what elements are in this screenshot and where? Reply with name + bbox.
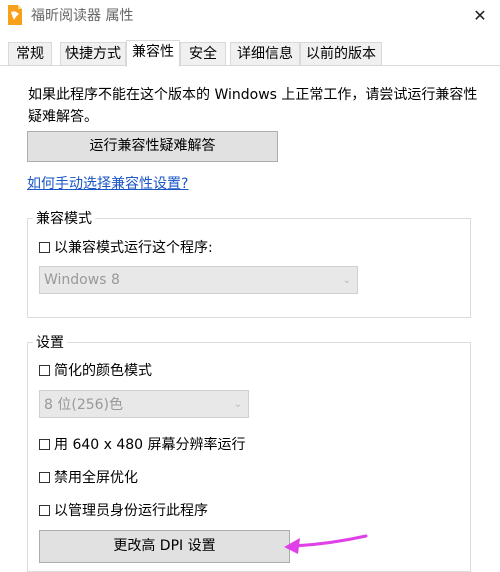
reduced-color-checkbox[interactable] bbox=[39, 364, 50, 376]
change-dpi-button[interactable]: 更改高 DPI 设置 bbox=[39, 530, 290, 563]
compat-description: 如果此程序不能在这个版本的 Windows 上正常工作，请尝试运行兼容性疑难解答… bbox=[28, 87, 478, 125]
manual-compat-help-link[interactable]: 如何手动选择兼容性设置? bbox=[27, 173, 188, 193]
annotation-arrow-icon bbox=[284, 534, 368, 554]
tab-general[interactable]: 常规 bbox=[8, 42, 52, 65]
window-title: 福昕阅读器 属性 bbox=[31, 8, 134, 24]
chevron-down-icon: ⌄ bbox=[342, 275, 351, 286]
compat-mode-checkbox[interactable] bbox=[39, 241, 50, 253]
run-as-admin-checkbox[interactable] bbox=[39, 504, 50, 516]
color-mode-select-value: 8 位(256)色 bbox=[44, 397, 124, 413]
compat-os-select: Windows 8 ⌄ bbox=[39, 266, 358, 294]
tab-panel-border bbox=[0, 65, 500, 66]
compat-mode-checkbox-label: 以兼容模式运行这个程序: bbox=[54, 240, 213, 256]
compat-os-select-value: Windows 8 bbox=[44, 272, 120, 288]
run-as-admin-label: 以管理员身份运行此程序 bbox=[54, 503, 208, 519]
foxit-app-icon bbox=[6, 4, 24, 26]
settings-group-label: 设置 bbox=[33, 332, 67, 352]
resolution-row[interactable]: 用 640 x 480 屏幕分辨率运行 bbox=[39, 434, 246, 454]
reduced-color-label: 简化的颜色模式 bbox=[54, 363, 152, 379]
compat-mode-checkbox-row[interactable]: 以兼容模式运行这个程序: bbox=[39, 237, 213, 257]
fullscreen-opt-checkbox[interactable] bbox=[39, 471, 50, 483]
fullscreen-opt-row[interactable]: 禁用全屏优化 bbox=[39, 467, 138, 487]
tab-security[interactable]: 安全 bbox=[180, 42, 226, 65]
chevron-down-icon: ⌄ bbox=[233, 399, 242, 410]
fullscreen-opt-label: 禁用全屏优化 bbox=[54, 470, 138, 486]
run-troubleshooter-button[interactable]: 运行兼容性疑难解答 bbox=[27, 131, 278, 162]
run-as-admin-row[interactable]: 以管理员身份运行此程序 bbox=[39, 500, 208, 520]
reduced-color-row[interactable]: 简化的颜色模式 bbox=[39, 360, 152, 380]
close-button[interactable]: ✕ bbox=[460, 0, 500, 30]
tab-previous-versions[interactable]: 以前的版本 bbox=[300, 42, 382, 65]
resolution-label: 用 640 x 480 屏幕分辨率运行 bbox=[54, 437, 246, 453]
tab-details[interactable]: 详细信息 bbox=[230, 42, 300, 65]
tab-shortcut[interactable]: 快捷方式 bbox=[60, 42, 126, 65]
color-mode-select: 8 位(256)色 ⌄ bbox=[39, 390, 249, 418]
tab-compatibility[interactable]: 兼容性 bbox=[126, 40, 180, 67]
resolution-checkbox[interactable] bbox=[39, 438, 50, 450]
compat-mode-group-label: 兼容模式 bbox=[33, 208, 95, 228]
